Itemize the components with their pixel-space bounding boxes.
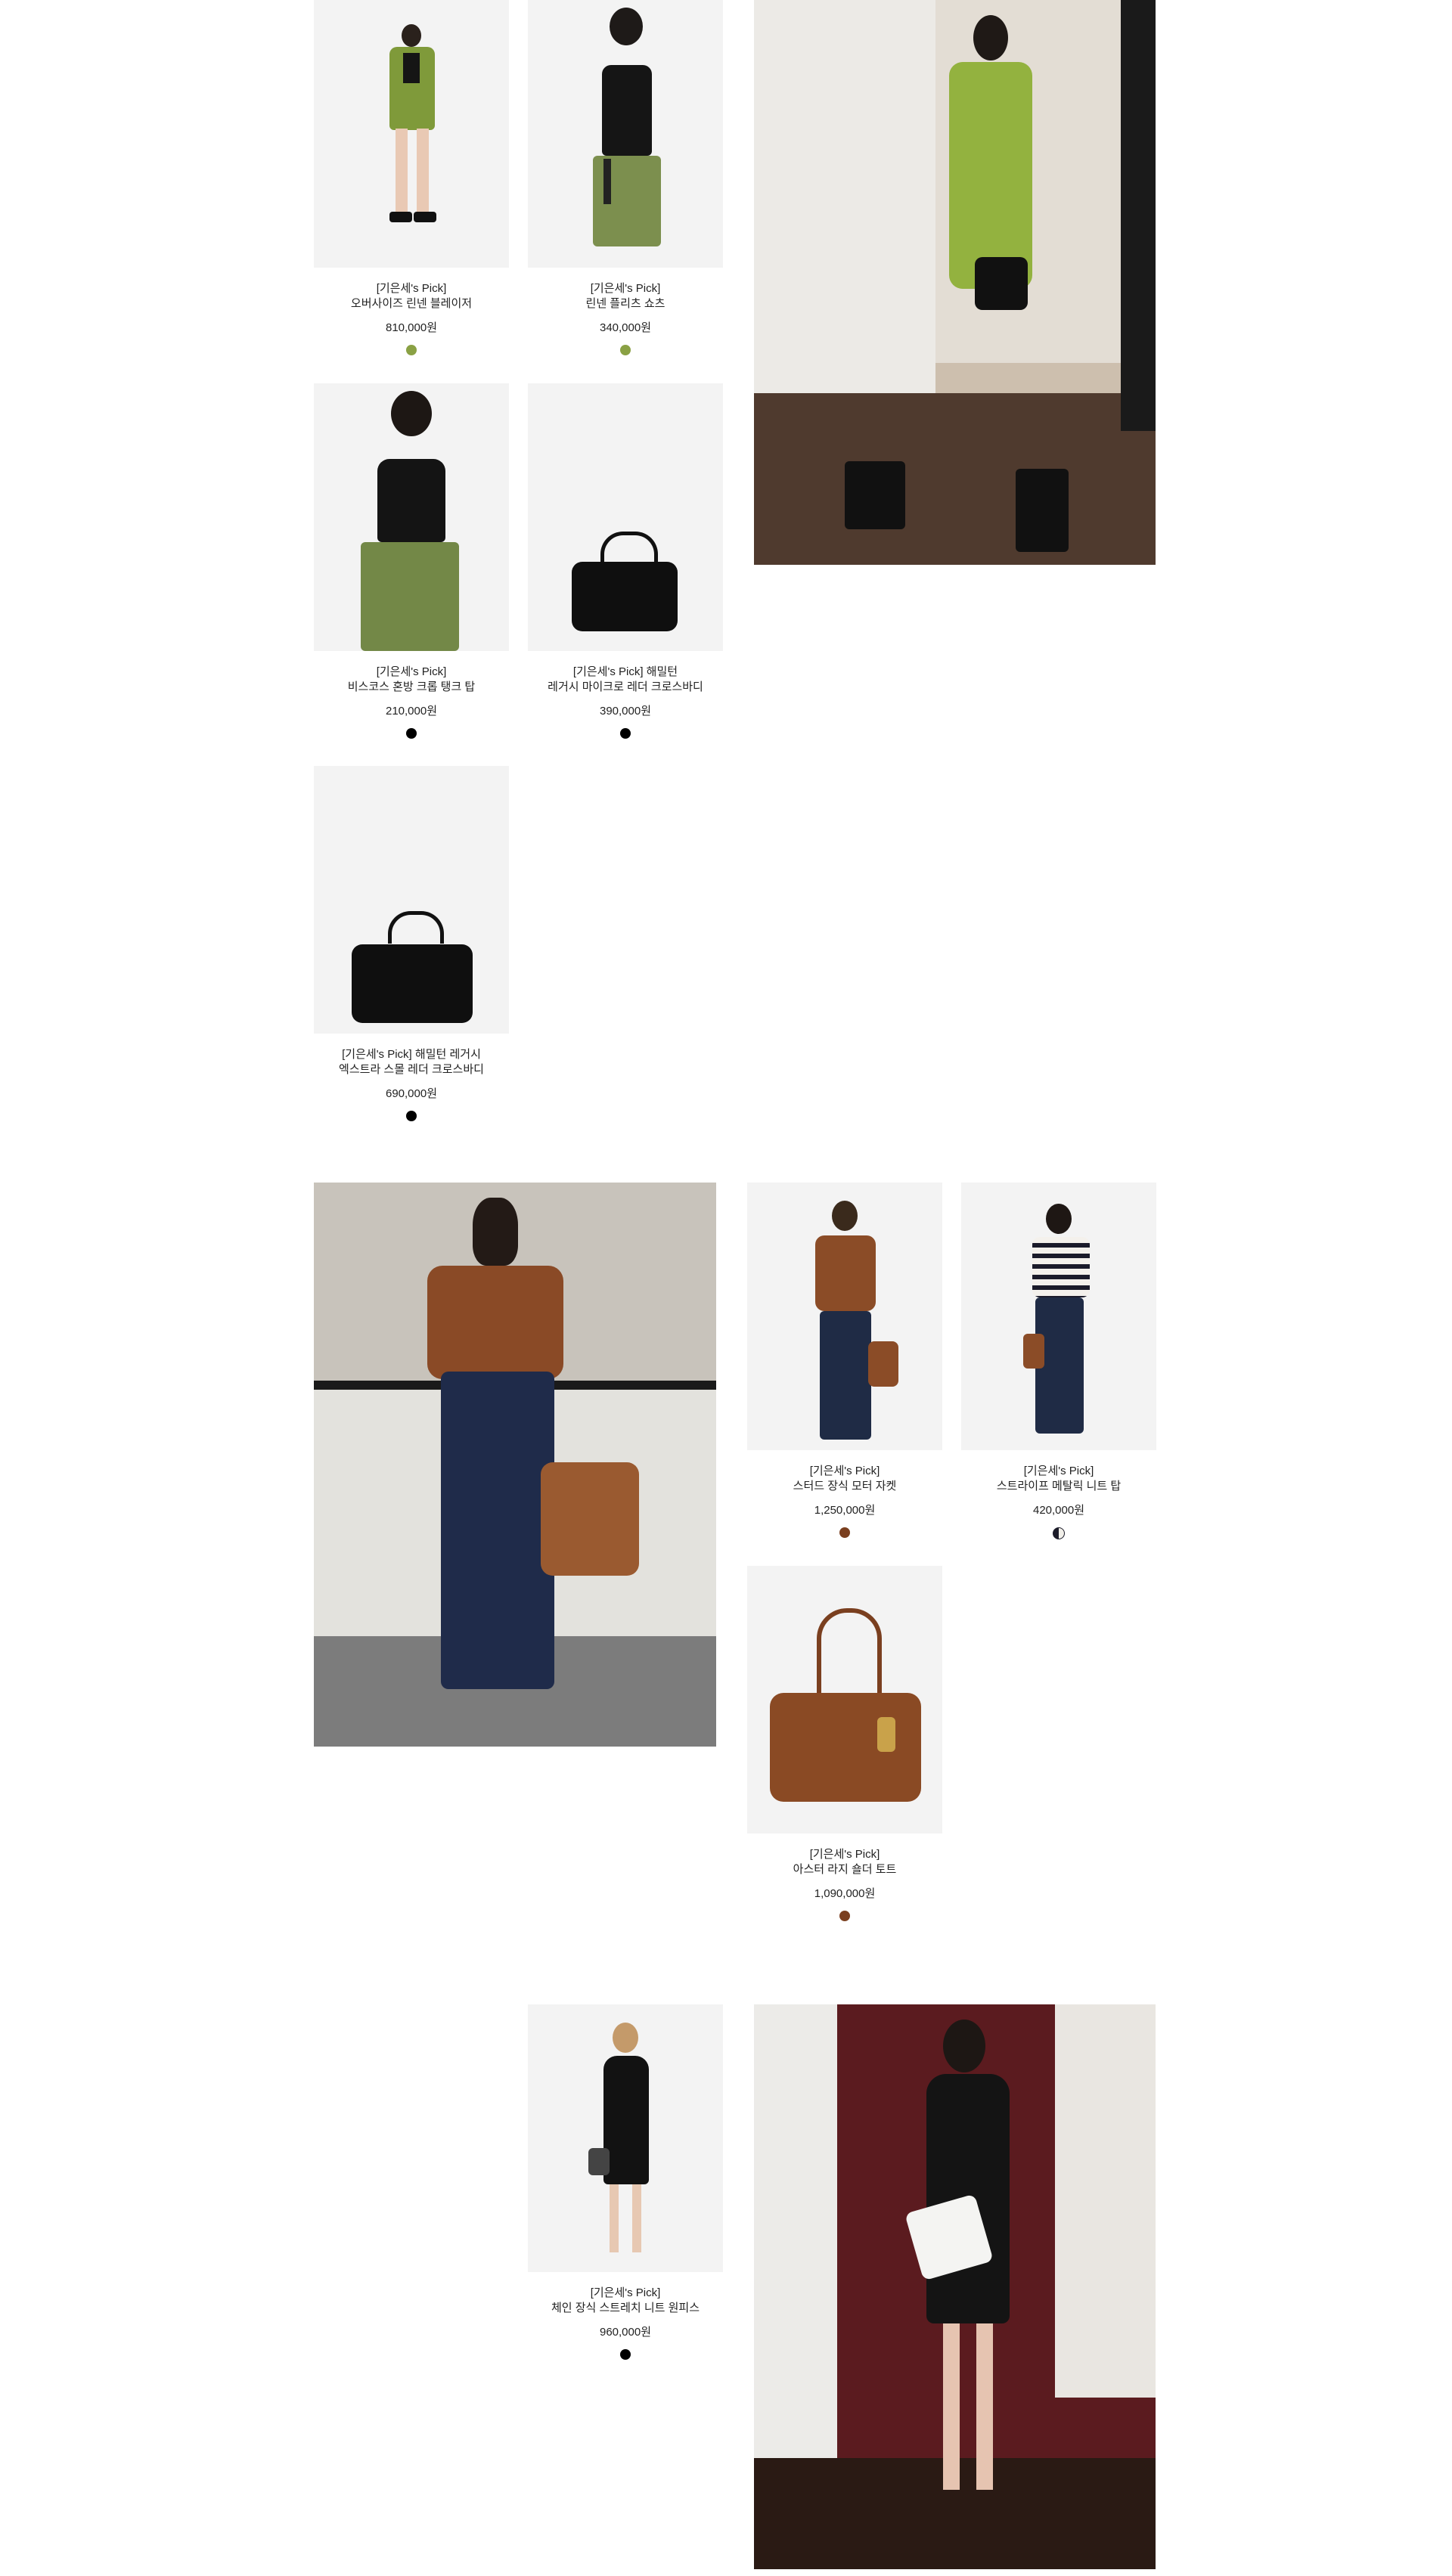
color-swatch[interactable]	[839, 1527, 850, 1538]
product-name[interactable]: 비스코스 혼방 크롭 탱크 탑	[314, 680, 509, 695]
product-name[interactable]: 엑스트라 스몰 레더 크로스바디	[314, 1062, 509, 1077]
product-price: 1,250,000원	[814, 1504, 876, 1517]
color-swatch[interactable]	[1053, 1527, 1065, 1539]
editorial-image-leather-jacket-look[interactable]	[314, 1183, 716, 1747]
product-image[interactable]	[314, 766, 509, 1034]
product-card[interactable]: [기은세's Pick] 오버사이즈 린넨 블레이저 810,000원	[314, 0, 509, 355]
product-image[interactable]	[961, 1183, 1156, 1450]
product-card[interactable]: [기은세's Pick] 비스코스 혼방 크롭 탱크 탑 210,000원	[314, 383, 509, 739]
product-brand[interactable]: [기은세's Pick] 해밀턴	[528, 665, 723, 680]
product-brand[interactable]: [기은세's Pick] 해밀턴 레거시	[314, 1047, 509, 1062]
product-image[interactable]	[528, 2004, 723, 2272]
product-price: 690,000원	[385, 1087, 438, 1100]
product-card[interactable]: [기은세's Pick] 해밀턴 레거시 마이크로 레더 크로스바디 390,0…	[528, 383, 723, 739]
color-swatch[interactable]	[406, 1111, 417, 1121]
product-card[interactable]: [기은세's Pick] 아스터 라지 숄더 토트 1,090,000원	[747, 1566, 942, 1921]
product-name[interactable]: 스트라이프 메탈릭 니트 탑	[961, 1479, 1156, 1494]
product-price: 390,000원	[599, 705, 652, 718]
color-swatch[interactable]	[620, 345, 631, 355]
product-name[interactable]: 레거시 마이크로 레더 크로스바디	[528, 680, 723, 695]
product-card[interactable]: [기은세's Pick] 해밀턴 레거시 엑스트라 스몰 레더 크로스바디 69…	[314, 766, 509, 1121]
product-price: 340,000원	[599, 321, 652, 334]
product-price: 960,000원	[599, 2326, 652, 2339]
editorial-image-black-dress-look[interactable]	[754, 2004, 1156, 2569]
product-brand[interactable]: [기은세's Pick]	[528, 281, 723, 296]
product-image[interactable]	[314, 0, 509, 268]
editorial-image-green-linen-look[interactable]	[754, 0, 1156, 565]
product-card[interactable]: [기은세's Pick] 스트라이프 메탈릭 니트 탑 420,000원	[961, 1183, 1156, 1539]
product-name[interactable]: 린넨 플리츠 쇼츠	[528, 296, 723, 312]
product-brand[interactable]: [기은세's Pick]	[747, 1464, 942, 1479]
product-brand[interactable]: [기은세's Pick]	[314, 665, 509, 680]
product-brand[interactable]: [기은세's Pick]	[747, 1847, 942, 1862]
color-swatch[interactable]	[620, 728, 631, 739]
color-swatch[interactable]	[406, 728, 417, 739]
product-brand[interactable]: [기은세's Pick]	[961, 1464, 1156, 1479]
product-name[interactable]: 아스터 라지 숄더 토트	[747, 1862, 942, 1877]
product-price: 420,000원	[1032, 1504, 1085, 1517]
product-name[interactable]: 스터드 장식 모터 자켓	[747, 1479, 942, 1494]
color-swatch[interactable]	[839, 1911, 850, 1921]
product-image[interactable]	[747, 1183, 942, 1450]
product-name[interactable]: 오버사이즈 린넨 블레이저	[314, 296, 509, 312]
product-image[interactable]	[528, 0, 723, 268]
color-swatch[interactable]	[406, 345, 417, 355]
product-price: 810,000원	[385, 321, 438, 334]
product-card[interactable]: [기은세's Pick] 린넨 플리츠 쇼츠 340,000원	[528, 0, 723, 355]
product-brand[interactable]: [기은세's Pick]	[314, 281, 509, 296]
color-swatch[interactable]	[620, 2349, 631, 2360]
product-price: 1,090,000원	[814, 1887, 876, 1900]
product-card[interactable]: [기은세's Pick] 스터드 장식 모터 자켓 1,250,000원	[747, 1183, 942, 1538]
product-card[interactable]: [기은세's Pick] 체인 장식 스트레치 니트 원피스 960,000원	[528, 2004, 723, 2360]
product-image[interactable]	[747, 1566, 942, 1834]
product-price: 210,000원	[385, 705, 438, 718]
product-image[interactable]	[528, 383, 723, 651]
product-brand[interactable]: [기은세's Pick]	[528, 2286, 723, 2301]
product-image[interactable]	[314, 383, 509, 651]
product-name[interactable]: 체인 장식 스트레치 니트 원피스	[528, 2301, 723, 2316]
